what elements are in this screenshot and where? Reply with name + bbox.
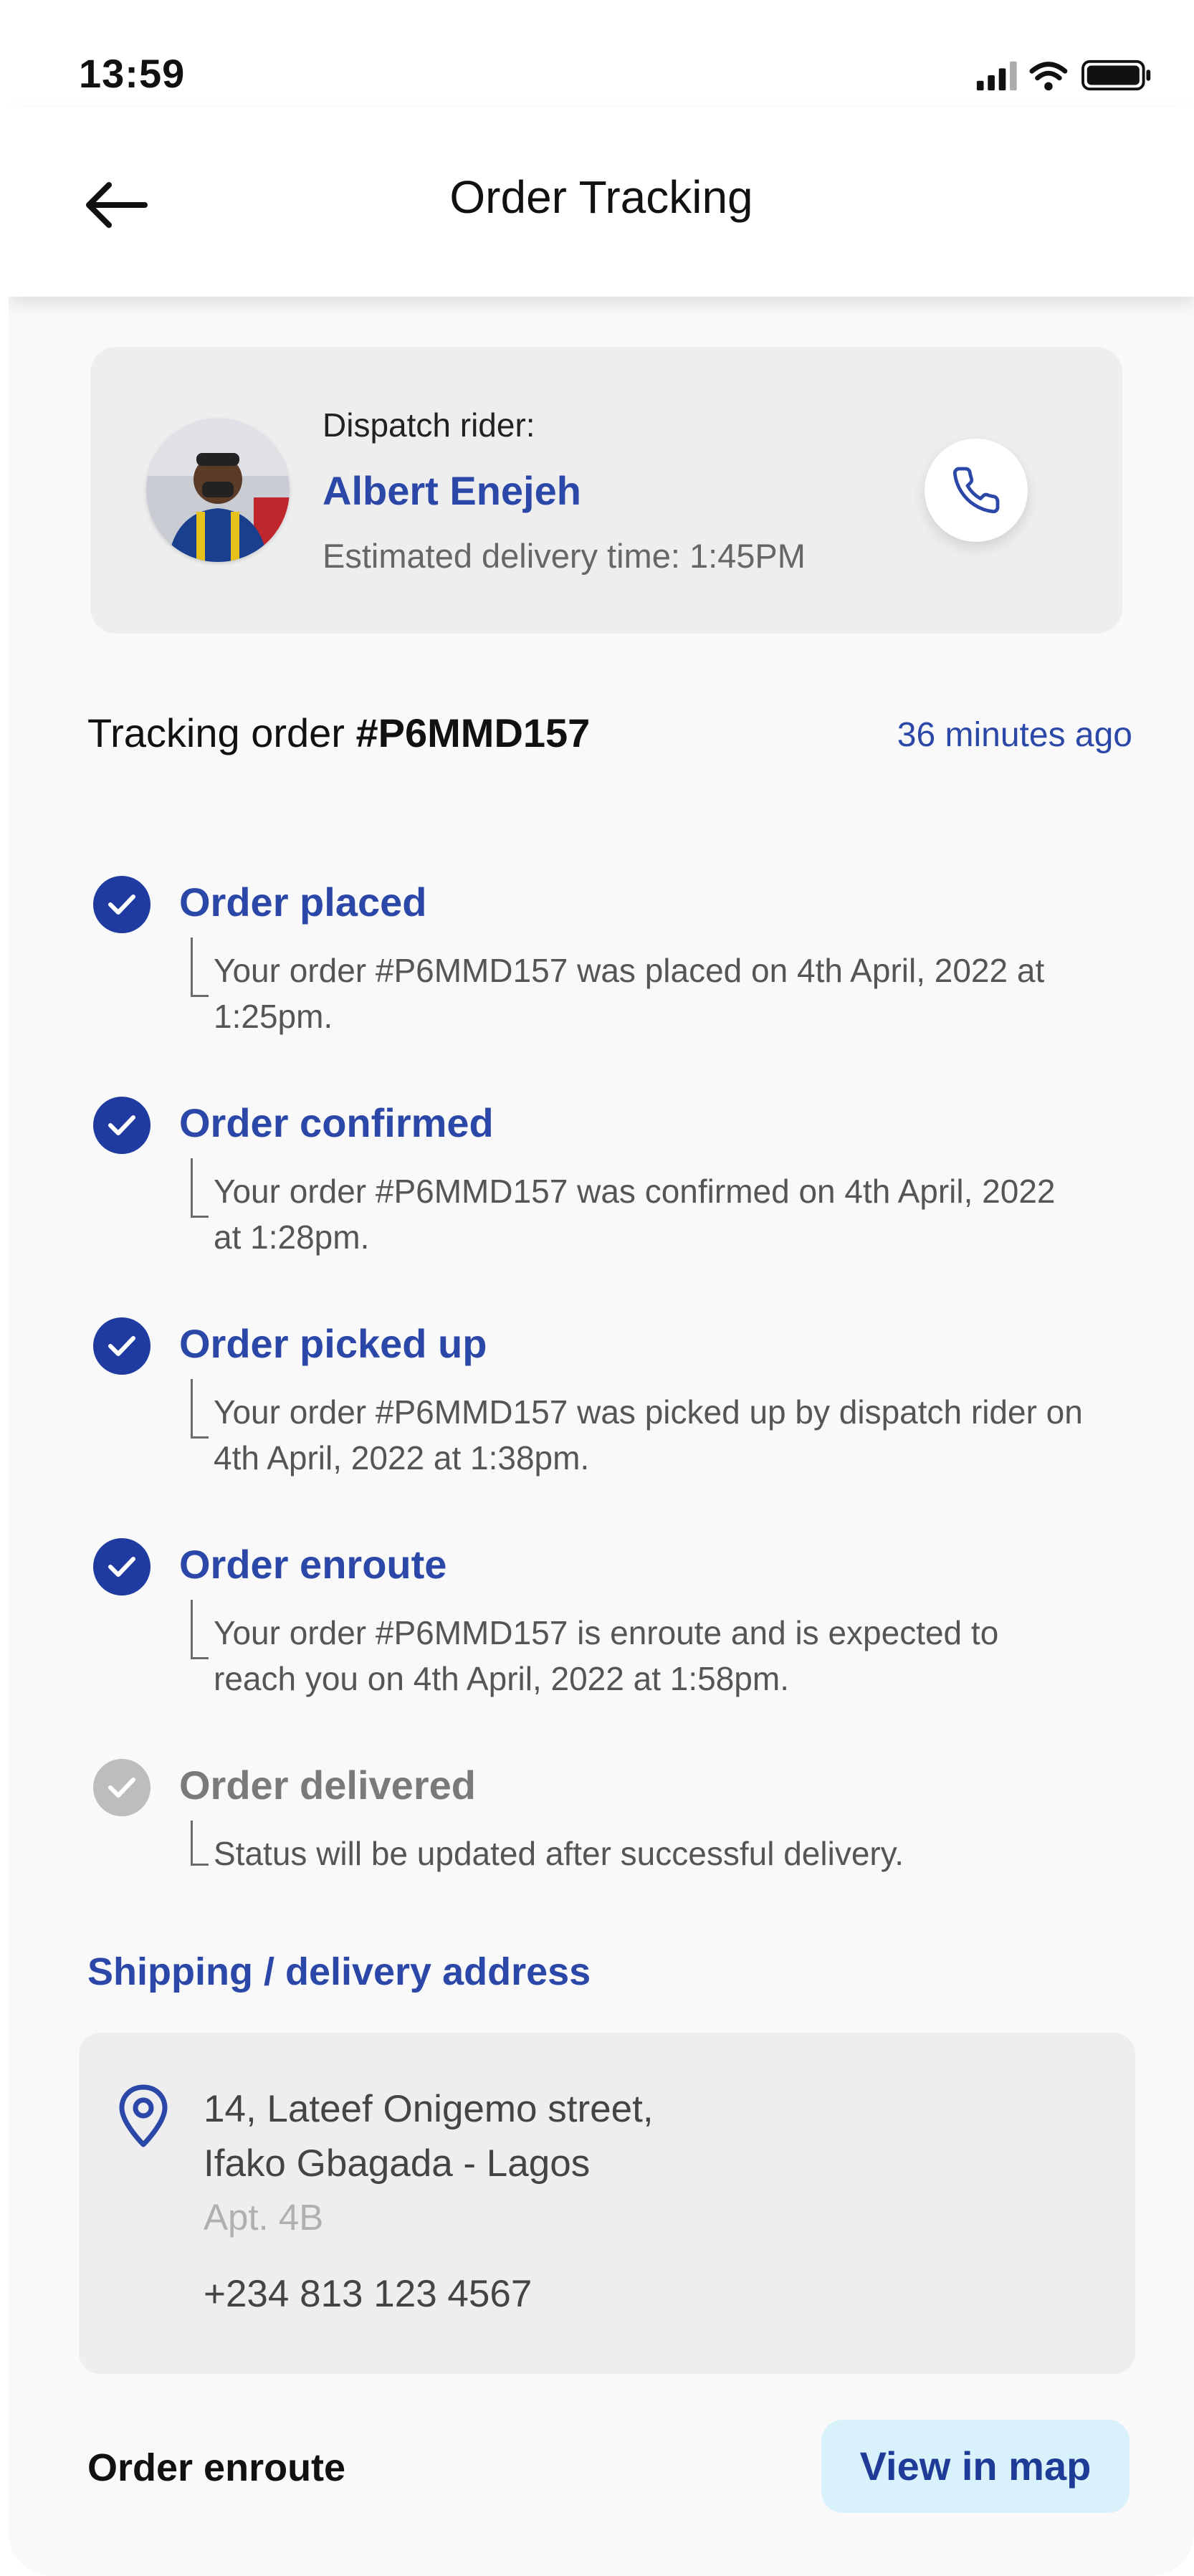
check-icon [93, 1317, 151, 1375]
step-description: Your order #P6MMD157 is enroute and is e… [214, 1614, 999, 1697]
footer-order-status: Order enroute [87, 2446, 346, 2489]
wifi-icon [1029, 62, 1068, 91]
check-icon [93, 1097, 151, 1154]
shipping-address-heading: Shipping / delivery address [87, 1950, 591, 1993]
rider-name: Albert Enejeh [323, 468, 581, 513]
tracking-label: Tracking order #P6MMD157 [87, 710, 590, 756]
phone-icon [952, 467, 1000, 514]
phone-screen: 13:59 Order Tracking Dispatch rider: Alb… [9, 0, 1194, 2576]
tracking-label-text: Tracking order [87, 710, 356, 755]
signal-icon [976, 61, 1017, 91]
rider-avatar-image [146, 419, 290, 562]
avatar [146, 419, 290, 562]
step-description: Your order #P6MMD157 was placed on 4th A… [214, 952, 1045, 1035]
status-bar: 13:59 [9, 0, 1194, 115]
step-description: Your order #P6MMD157 was picked up by di… [214, 1393, 1083, 1477]
step-connector [191, 1379, 209, 1439]
tracking-row: Tracking order #P6MMD157 36 minutes ago [79, 710, 1132, 767]
step-connector [191, 1600, 209, 1659]
step-description: Your order #P6MMD157 was confirmed on 4t… [214, 1173, 1056, 1256]
tracking-order-id: #P6MMD157 [355, 710, 591, 755]
tracking-time-ago: 36 minutes ago [897, 716, 1132, 754]
rider-caption: Dispatch rider: [323, 406, 535, 444]
check-icon [93, 876, 151, 933]
view-in-map-button[interactable]: View in map [821, 2420, 1129, 2513]
address-line-1: 14, Lateef Onigemo street, [204, 2088, 654, 2130]
step-title: Order enroute [179, 1542, 447, 1587]
step-connector [191, 938, 209, 997]
address-line-2: Ifako Gbagada - Lagos [204, 2142, 591, 2185]
step-connector [191, 1821, 209, 1866]
step-title: Order confirmed [179, 1100, 494, 1145]
location-pin-icon [119, 2084, 168, 2147]
estimated-delivery-time: Estimated delivery time: 1:45PM [323, 537, 806, 575]
app-header: Order Tracking [9, 108, 1194, 297]
step-description: Status will be updated after successful … [214, 1835, 904, 1872]
battery-icon [1081, 59, 1151, 91]
address-phone: +234 813 123 4567 [204, 2273, 532, 2315]
page-title: Order Tracking [449, 171, 753, 223]
check-icon [93, 1759, 151, 1816]
step-title: Order delivered [179, 1762, 476, 1808]
status-icons [976, 59, 1151, 91]
step-title: Order picked up [179, 1321, 487, 1366]
check-icon [93, 1538, 151, 1595]
call-rider-button[interactable] [925, 439, 1028, 542]
step-title: Order placed [179, 879, 427, 925]
address-line-3: Apt. 4B [204, 2197, 324, 2238]
step-connector [191, 1158, 209, 1218]
rider-card: Dispatch rider: Albert Enejeh Estimated … [90, 347, 1122, 634]
address-card: 14, Lateef Onigemo street, Ifako Gbagada… [79, 2033, 1135, 2374]
status-time: 13:59 [79, 51, 186, 96]
